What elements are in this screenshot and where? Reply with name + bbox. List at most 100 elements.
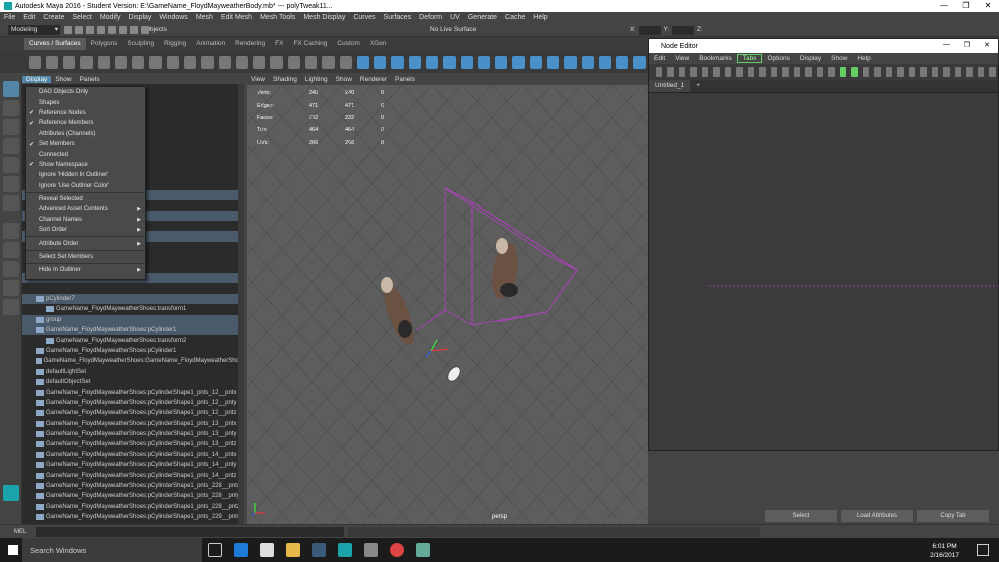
display-menu-item-reference-members[interactable]: ✔ Reference Members (26, 118, 145, 128)
chrome-icon[interactable] (390, 543, 404, 557)
display-menu-item-ignore-use-outliner-color-[interactable]: Ignore 'Use Outliner Color' (26, 181, 145, 191)
minimize-button[interactable]: — (933, 0, 955, 12)
viewport-panel[interactable]: View Shading Lighting Show Renderer Panels Ve… (247, 74, 648, 524)
layout-outliner-icon[interactable] (3, 280, 19, 296)
menu-uv[interactable]: UV (446, 14, 464, 21)
shelf-tool-icon[interactable] (218, 55, 231, 69)
node-editor-tool-icon[interactable] (977, 67, 984, 77)
node-editor-tool-icon[interactable] (667, 67, 674, 77)
viewport-menu-lighting[interactable]: Lighting (301, 76, 332, 83)
outliner-row[interactable]: GameName_FloydMayweatherShoes:GameName_F… (22, 356, 244, 366)
menu-display[interactable]: Display (124, 14, 155, 21)
status-tool-icon[interactable] (119, 26, 127, 34)
lasso-tool-icon[interactable] (3, 100, 19, 116)
node-editor-tool-icon[interactable] (816, 67, 823, 77)
ne-maximize-button[interactable]: ❐ (964, 41, 970, 49)
selection-mode-select[interactable]: Objects (145, 25, 193, 35)
viewport-menu-show[interactable]: Show (332, 76, 356, 83)
x-field[interactable] (638, 25, 661, 35)
shelf-tool-icon[interactable] (339, 55, 352, 69)
menu-help[interactable]: Help (529, 14, 551, 21)
node-editor-tool-icon[interactable] (701, 67, 708, 77)
paint-select-tool-icon[interactable] (3, 119, 19, 135)
node-editor-tool-icon[interactable] (759, 67, 766, 77)
outliner-row[interactable]: GameName_FloydMayweatherShoes:transform2 (22, 335, 244, 345)
outliner-row[interactable]: GameName_FloydMayweatherShoes:pCylinderS… (22, 419, 244, 429)
move-tool-icon[interactable] (3, 138, 19, 154)
node-editor-tool-icon[interactable] (851, 67, 858, 77)
menu-surfaces[interactable]: Surfaces (380, 14, 416, 21)
menu-deform[interactable]: Deform (415, 14, 446, 21)
outliner-row[interactable]: GameName_FloydMayweatherShoes:pCylinderS… (22, 460, 244, 470)
shelf-tab-xgen[interactable]: XGen (365, 38, 392, 50)
node-editor-tool-icon[interactable] (678, 67, 685, 77)
node-editor-tool-icon[interactable] (862, 67, 869, 77)
status-tool-icon[interactable] (86, 26, 94, 34)
shelf-tool-icon[interactable] (322, 55, 335, 69)
display-menu-item-set-members[interactable]: ✔ Set Members (26, 139, 145, 149)
node-editor-tool-icon[interactable] (885, 67, 892, 77)
display-menu-item-select-set-members[interactable]: Select Set Members (26, 252, 145, 262)
menu-windows[interactable]: Windows (155, 14, 191, 21)
shelf-tool-icon[interactable] (616, 55, 629, 69)
shelf-tool-icon[interactable] (305, 55, 318, 69)
display-menu-item-sort-order[interactable]: Sort Order ▶ (26, 225, 145, 235)
outliner-row[interactable]: GameName_FloydMayweatherShoes:pCylinderS… (22, 398, 244, 408)
viewport-menu-shading[interactable]: Shading (269, 76, 301, 83)
node-editor-tool-icon[interactable] (943, 67, 950, 77)
display-menu-item-channel-names[interactable]: Channel Names ▶ (26, 215, 145, 225)
edge-browser-icon[interactable] (234, 543, 248, 557)
shelf-tab-fx[interactable]: FX (270, 38, 288, 50)
shelf-tool-icon[interactable] (356, 55, 370, 69)
display-menu-item-attributes-channels-[interactable]: Attributes (Channels) (26, 129, 145, 139)
select-tool-icon[interactable] (3, 81, 19, 97)
shelf-tool-icon[interactable] (114, 55, 128, 69)
attr-button-select[interactable]: Select (765, 510, 837, 522)
shelf-tool-icon[interactable] (495, 55, 508, 69)
file-explorer-icon[interactable] (286, 543, 300, 557)
node-editor-tool-icon[interactable] (793, 67, 800, 77)
rotate-tool-icon[interactable] (3, 157, 19, 173)
node-editor-menu-options[interactable]: Options (762, 55, 794, 62)
calculator-icon[interactable] (364, 543, 378, 557)
node-editor-tool-icon[interactable] (954, 67, 961, 77)
menu-edit[interactable]: Edit (19, 14, 39, 21)
node-editor-tool-icon[interactable] (805, 67, 812, 77)
node-editor-tool-icon[interactable] (897, 67, 904, 77)
viewport-menu-renderer[interactable]: Renderer (356, 76, 391, 83)
shelf-tab-sculpting[interactable]: Sculpting (122, 38, 159, 50)
shelf-tab-fx-caching[interactable]: FX Caching (288, 38, 332, 50)
menu-cache[interactable]: Cache (501, 14, 529, 21)
status-tool-icon[interactable] (97, 26, 105, 34)
shelf-tab-rigging[interactable]: Rigging (159, 38, 191, 50)
display-menu-item-show-namespace[interactable]: ✔ Show Namespace (26, 160, 145, 170)
outliner-row[interactable]: GameName_FloydMayweatherShoes:pCylinder1 (22, 346, 244, 356)
node-editor-menu-view[interactable]: View (670, 55, 694, 62)
node-editor-tool-icon[interactable] (782, 67, 789, 77)
taskbar-clock[interactable]: 6:01 PM 2/16/2017 (930, 542, 959, 560)
node-editor-tool-icon[interactable] (770, 67, 777, 77)
notification-icon[interactable] (977, 544, 989, 556)
live-surface-field[interactable]: No Live Surface (430, 25, 490, 35)
shelf-tool-icon[interactable] (425, 55, 439, 69)
display-menu-item-reference-nodes[interactable]: ✔ Reference Nodes (26, 108, 145, 118)
display-menu-item-ignore-hidden-in-outliner-[interactable]: Ignore 'Hidden In Outliner' (26, 170, 145, 180)
shelf-tool-icon[interactable] (97, 55, 110, 69)
ne-close-button[interactable]: ✕ (984, 41, 990, 49)
node-editor-tool-icon[interactable] (655, 67, 662, 77)
node-editor-menu-help[interactable]: Help (852, 55, 875, 62)
shelf-tab-animation[interactable]: Animation (191, 38, 230, 50)
menu-mesh[interactable]: Mesh (192, 14, 217, 21)
layout-side-icon[interactable] (3, 261, 19, 277)
shelf-tool-icon[interactable] (132, 55, 145, 69)
shelf-tool-icon[interactable] (460, 55, 473, 69)
mel-input[interactable] (36, 527, 344, 537)
outliner-scrollbar[interactable] (238, 84, 244, 524)
mode-select[interactable]: Modeling ▾ (8, 25, 60, 35)
shelf-tool-icon[interactable] (581, 55, 594, 69)
layout-graph-icon[interactable] (3, 299, 19, 315)
shelf-tool-icon[interactable] (512, 55, 525, 69)
menu-create[interactable]: Create (39, 14, 68, 21)
tab-untitled[interactable]: Untitled_1 (649, 80, 691, 92)
node-editor-tool-icon[interactable] (747, 67, 754, 77)
